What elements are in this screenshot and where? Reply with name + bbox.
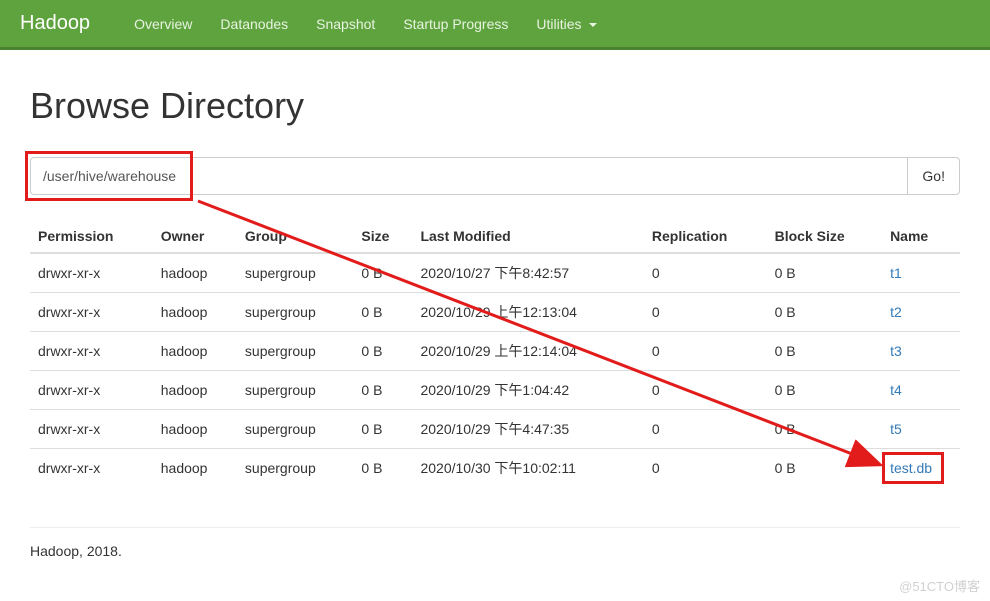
cell-name: t5: [882, 410, 960, 449]
table-row: drwxr-xr-xhadoopsupergroup0 B2020/10/30 …: [30, 449, 960, 488]
cell-group: supergroup: [237, 253, 354, 293]
cell-permission: drwxr-xr-x: [30, 332, 153, 371]
path-row: Go!: [30, 157, 960, 195]
cell-replication: 0: [644, 253, 767, 293]
cell-permission: drwxr-xr-x: [30, 371, 153, 410]
nav-utilities[interactable]: Utilities: [522, 1, 611, 47]
col-block-size: Block Size: [767, 220, 882, 253]
cell-last_modified: 2020/10/29 下午1:04:42: [412, 371, 643, 410]
col-permission: Permission: [30, 220, 153, 253]
cell-size: 0 B: [353, 332, 412, 371]
cell-group: supergroup: [237, 371, 354, 410]
footer-text: Hadoop, 2018.: [30, 543, 960, 579]
nav-datanodes[interactable]: Datanodes: [206, 1, 302, 47]
cell-last_modified: 2020/10/29 上午12:13:04: [412, 293, 643, 332]
cell-permission: drwxr-xr-x: [30, 410, 153, 449]
cell-size: 0 B: [353, 253, 412, 293]
path-input[interactable]: [30, 157, 907, 195]
cell-name: t1: [882, 253, 960, 293]
cell-owner: hadoop: [153, 410, 237, 449]
cell-block_size: 0 B: [767, 410, 882, 449]
name-link[interactable]: t4: [890, 382, 902, 398]
cell-name: t3: [882, 332, 960, 371]
table-row: drwxr-xr-xhadoopsupergroup0 B2020/10/29 …: [30, 293, 960, 332]
cell-size: 0 B: [353, 371, 412, 410]
col-last-modified: Last Modified: [412, 220, 643, 253]
table-row: drwxr-xr-xhadoopsupergroup0 B2020/10/27 …: [30, 253, 960, 293]
cell-replication: 0: [644, 410, 767, 449]
cell-block_size: 0 B: [767, 293, 882, 332]
cell-block_size: 0 B: [767, 371, 882, 410]
go-button[interactable]: Go!: [907, 157, 960, 195]
table-row: drwxr-xr-xhadoopsupergroup0 B2020/10/29 …: [30, 371, 960, 410]
name-link[interactable]: t3: [890, 343, 902, 359]
cell-group: supergroup: [237, 449, 354, 488]
navbar: Hadoop Overview Datanodes Snapshot Start…: [0, 0, 990, 50]
cell-last_modified: 2020/10/29 上午12:14:04: [412, 332, 643, 371]
nav-startup-progress[interactable]: Startup Progress: [389, 1, 522, 47]
cell-group: supergroup: [237, 410, 354, 449]
cell-size: 0 B: [353, 410, 412, 449]
cell-block_size: 0 B: [767, 449, 882, 488]
nav-snapshot[interactable]: Snapshot: [302, 1, 389, 47]
cell-owner: hadoop: [153, 449, 237, 488]
name-link[interactable]: t1: [890, 265, 902, 281]
name-link[interactable]: t5: [890, 421, 902, 437]
name-link[interactable]: test.db: [890, 460, 932, 476]
cell-owner: hadoop: [153, 371, 237, 410]
col-group: Group: [237, 220, 354, 253]
col-owner: Owner: [153, 220, 237, 253]
cell-block_size: 0 B: [767, 253, 882, 293]
table-row: drwxr-xr-xhadoopsupergroup0 B2020/10/29 …: [30, 332, 960, 371]
cell-replication: 0: [644, 371, 767, 410]
cell-replication: 0: [644, 332, 767, 371]
cell-permission: drwxr-xr-x: [30, 449, 153, 488]
cell-replication: 0: [644, 449, 767, 488]
cell-group: supergroup: [237, 293, 354, 332]
cell-owner: hadoop: [153, 332, 237, 371]
cell-last_modified: 2020/10/27 下午8:42:57: [412, 253, 643, 293]
cell-replication: 0: [644, 293, 767, 332]
brand[interactable]: Hadoop: [15, 12, 95, 35]
cell-last_modified: 2020/10/29 下午4:47:35: [412, 410, 643, 449]
cell-owner: hadoop: [153, 253, 237, 293]
cell-name: t4: [882, 371, 960, 410]
cell-group: supergroup: [237, 332, 354, 371]
col-replication: Replication: [644, 220, 767, 253]
col-name: Name: [882, 220, 960, 253]
cell-block_size: 0 B: [767, 332, 882, 371]
cell-permission: drwxr-xr-x: [30, 293, 153, 332]
table-row: drwxr-xr-xhadoopsupergroup0 B2020/10/29 …: [30, 410, 960, 449]
cell-size: 0 B: [353, 449, 412, 488]
footer-separator: [30, 527, 960, 528]
cell-owner: hadoop: [153, 293, 237, 332]
cell-name: t2: [882, 293, 960, 332]
cell-name: test.db: [882, 449, 960, 488]
main-container: Browse Directory Go! Permission Owner Gr…: [15, 85, 975, 579]
cell-last_modified: 2020/10/30 下午10:02:11: [412, 449, 643, 488]
nav-utilities-label: Utilities: [536, 16, 581, 32]
cell-permission: drwxr-xr-x: [30, 253, 153, 293]
nav-overview[interactable]: Overview: [120, 1, 206, 47]
cell-size: 0 B: [353, 293, 412, 332]
file-table: Permission Owner Group Size Last Modifie…: [30, 220, 960, 487]
name-link[interactable]: t2: [890, 304, 902, 320]
page-title: Browse Directory: [30, 85, 960, 127]
col-size: Size: [353, 220, 412, 253]
chevron-down-icon: [589, 23, 597, 27]
table-header-row: Permission Owner Group Size Last Modifie…: [30, 220, 960, 253]
